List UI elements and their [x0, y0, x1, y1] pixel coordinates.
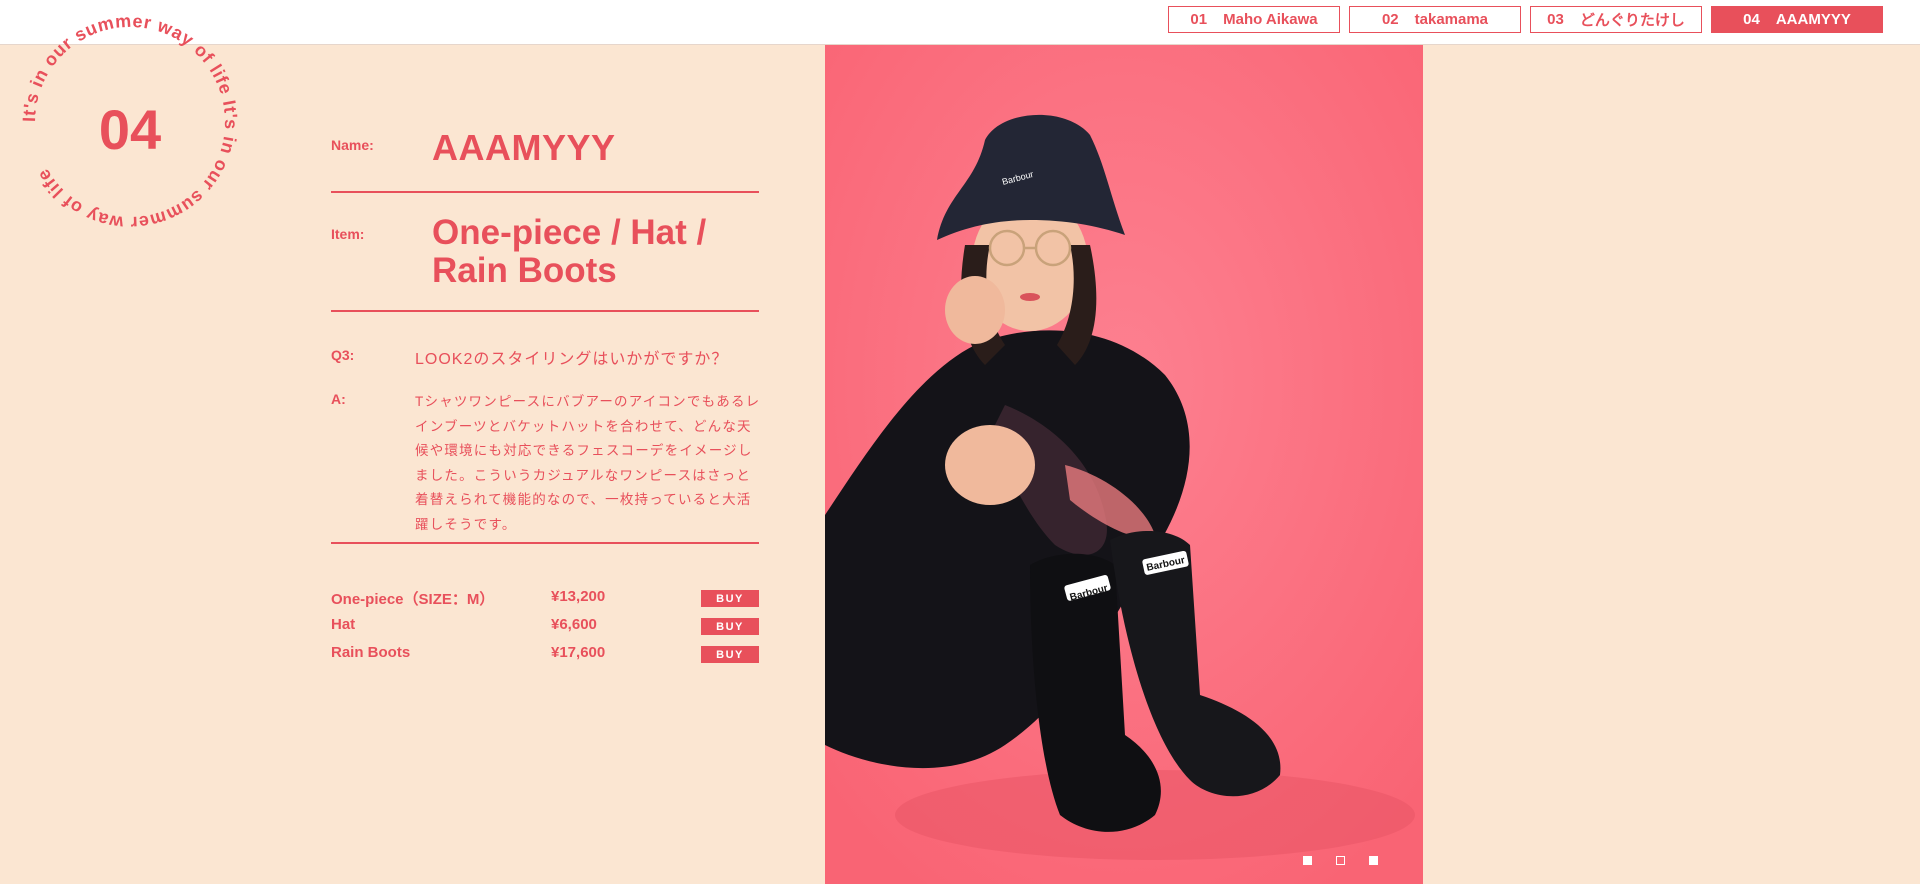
slide-dot-3[interactable]: [1369, 856, 1378, 865]
item-line: One-piece / Hat /: [432, 213, 707, 252]
product-row: One-piece（SIZE：M） ¥13,200 BUY: [331, 586, 759, 614]
product-name: Rain Boots: [331, 644, 411, 661]
product-price: ¥6,600: [551, 616, 597, 633]
look-number-seal: It's in our summer way of life It's in o…: [19, 11, 240, 233]
buy-button[interactable]: BUY: [701, 590, 759, 607]
tab-label: takamama: [1414, 11, 1489, 28]
slide-dot-2[interactable]: [1336, 856, 1345, 865]
product-price: ¥17,600: [551, 644, 606, 661]
question-text: LOOK2のスタイリングはいかがですか？: [415, 351, 729, 368]
slide-indicators: [1303, 856, 1378, 865]
product-price: ¥13,200: [551, 588, 606, 605]
tab-01[interactable]: 01 Maho Aikawa: [1168, 6, 1340, 33]
product-row: Rain Boots ¥17,600 BUY: [331, 642, 759, 670]
tab-02[interactable]: 02 takamama: [1349, 6, 1521, 33]
top-nav-bar: 01 Maho Aikawa 02 takamama 03 どんぐりたけし 04…: [0, 0, 1920, 45]
tab-number: 03: [1547, 11, 1564, 28]
seal-graphic: It's in our summer way of life It's in o…: [19, 11, 240, 233]
item-list: One-piece / Hat / Rain Boots: [432, 214, 752, 290]
item-label: Item:: [331, 226, 365, 242]
item-line: Rain Boots: [432, 251, 617, 290]
tab-label: どんぐりたけし: [1579, 12, 1685, 29]
question-label: Q3:: [331, 347, 355, 363]
look-photo: Barbour Barbour Barbour: [825, 45, 1423, 884]
product-list: One-piece（SIZE：M） ¥13,200 BUY Hat ¥6,600…: [331, 586, 759, 670]
product-name: One-piece（SIZE：M）: [331, 591, 495, 608]
buy-button[interactable]: BUY: [701, 618, 759, 635]
artist-name: AAAMYYY: [432, 127, 616, 168]
model-illustration: Barbour Barbour Barbour: [825, 45, 1423, 884]
slide-dot-1[interactable]: [1303, 856, 1312, 865]
tab-number: 04: [1743, 11, 1760, 28]
tab-03[interactable]: 03 どんぐりたけし: [1530, 6, 1702, 33]
tab-label: AAAMYYY: [1775, 11, 1851, 28]
buy-button[interactable]: BUY: [701, 646, 759, 663]
divider: [331, 310, 759, 312]
tab-label: Maho Aikawa: [1223, 11, 1318, 28]
product-row: Hat ¥6,600 BUY: [331, 614, 759, 642]
name-label: Name:: [331, 137, 374, 153]
seal-number: 04: [99, 98, 161, 161]
tab-04[interactable]: 04 AAAMYYY: [1711, 6, 1883, 33]
answer-text: Tシャツワンピースにバブアーのアイコンでもあるレインブーツとバケットハットを合わ…: [415, 394, 761, 532]
divider: [331, 191, 759, 193]
look-tabs: 01 Maho Aikawa 02 takamama 03 どんぐりたけし 04…: [1168, 6, 1883, 33]
tab-number: 02: [1381, 11, 1399, 28]
tab-number: 01: [1190, 11, 1208, 28]
divider: [331, 542, 759, 544]
product-name: Hat: [331, 616, 356, 633]
answer-label: A:: [331, 391, 346, 407]
